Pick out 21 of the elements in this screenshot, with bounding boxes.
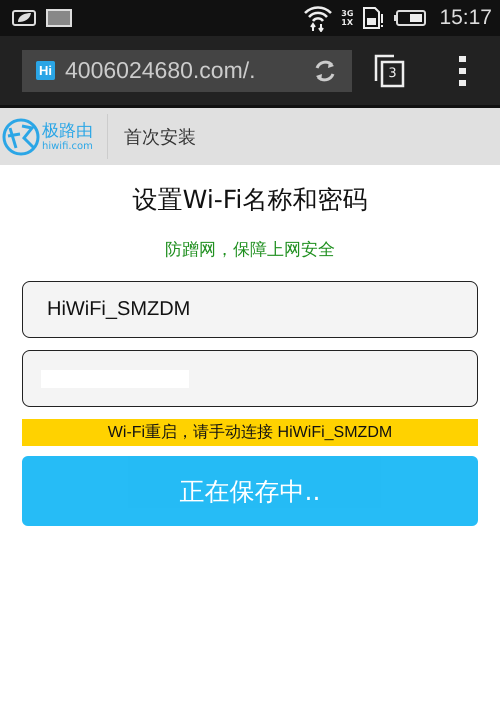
url-text: 4006024680.com/. <box>65 57 257 84</box>
image-icon <box>46 8 72 28</box>
header-title: 首次安装 <box>124 126 196 148</box>
site-favicon: Hi <box>36 61 55 80</box>
clock-time: 15:17 <box>439 6 492 30</box>
logo-name: 极路由 <box>42 120 93 140</box>
address-bar[interactable]: Hi 4006024680.com/. <box>22 50 352 92</box>
logo-domain: hiwifi.com <box>42 140 93 152</box>
input-field[interactable]: HiWiFi_SMZDM <box>22 281 478 338</box>
network-label: 1X <box>341 18 354 27</box>
sim-card-icon <box>361 6 386 30</box>
notice-banner: Wi-Fi重启，请手动连接 HiWiFi_SMZDM <box>22 419 478 446</box>
network-label: 3G <box>341 9 354 18</box>
input-field[interactable] <box>22 350 478 407</box>
battery-saver-icon <box>10 8 38 28</box>
battery-icon <box>393 9 428 27</box>
page-subtitle: 防蹭网，保障上网安全 <box>165 239 335 261</box>
logo-icon <box>2 118 40 156</box>
page-heading: 设置Wi-Fi名称和密码 <box>132 184 368 216</box>
menu-icon[interactable] <box>458 54 468 86</box>
wifi-icon <box>303 4 334 32</box>
